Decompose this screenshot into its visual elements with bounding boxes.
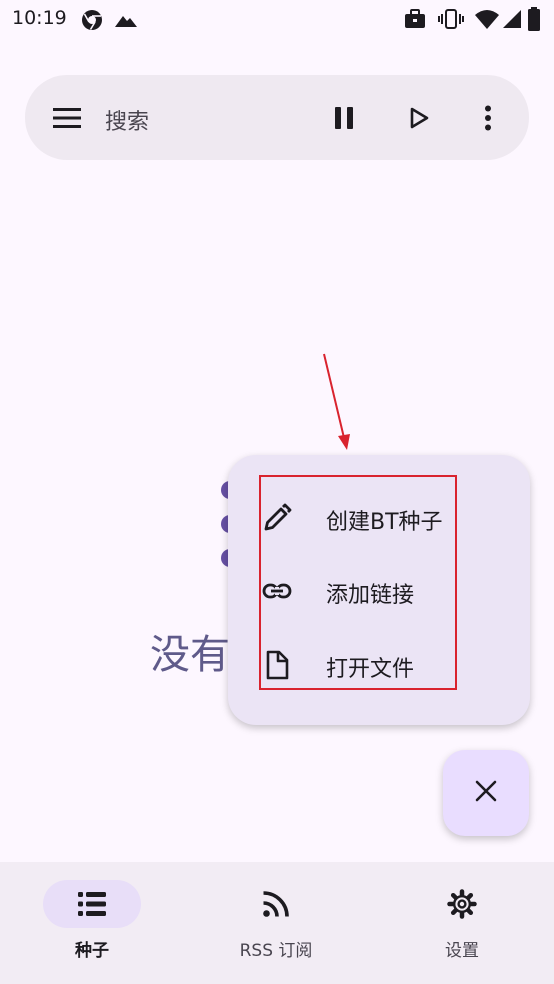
rss-icon [261,889,291,919]
status-bar: 10:19 [0,0,554,38]
search-bar[interactable]: 搜索 [25,75,529,160]
nav-item-rss[interactable]: RSS 订阅 [184,862,368,984]
status-time: 10:19 [12,7,67,29]
fab-close-button[interactable] [443,750,529,836]
more-vert-icon[interactable] [467,97,509,139]
wifi-icon [474,8,500,34]
search-input[interactable]: 搜索 [105,104,149,136]
vibrate-icon [438,8,464,34]
nav-item-settings[interactable]: 设置 [370,862,554,984]
nav-item-torrents[interactable]: 种子 [0,862,184,984]
hamburger-menu-icon[interactable] [46,97,88,139]
chrome-icon [80,8,104,36]
close-icon [474,779,498,807]
nav-item-label: 种子 [75,941,109,961]
list-icon [77,889,107,919]
gear-icon [447,889,477,919]
bottom-navigation: 种子 RSS 订阅 设置 [0,862,554,984]
annotation-arrow [323,353,350,450]
signal-icon [502,8,522,34]
briefcase-icon [404,9,426,33]
annotation-highlight-box [259,475,457,690]
pause-icon[interactable] [323,97,365,139]
play-icon[interactable] [398,97,440,139]
mountain-icon [114,10,138,34]
nav-item-label: RSS 订阅 [239,941,313,961]
empty-state-text: 没有 [150,632,230,678]
nav-item-label: 设置 [445,941,479,961]
battery-icon [526,6,542,36]
